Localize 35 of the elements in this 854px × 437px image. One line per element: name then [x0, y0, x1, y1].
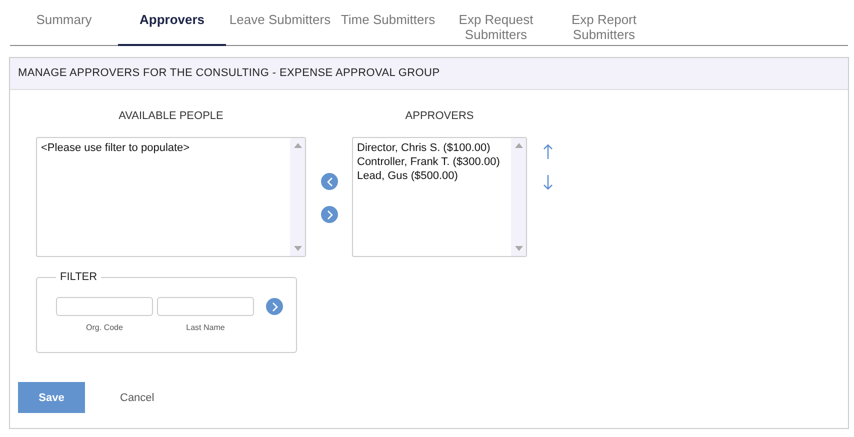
scroll-down-icon[interactable]: [294, 246, 302, 251]
list-label: APPROVERS: [405, 110, 474, 124]
tab[interactable]: Approvers: [118, 0, 226, 46]
chevron-right-icon: [326, 210, 334, 220]
list-item[interactable]: <Please use filter to populate>: [41, 141, 190, 155]
scrollbar[interactable]: [511, 138, 526, 256]
cancel-button[interactable]: Cancel: [110, 382, 164, 413]
field-label: Org. Code: [86, 323, 123, 332]
approvers-list[interactable]: Director, Chris S. ($100.00) Controller, Frank T. ($300.00) Lead, Gus ($500.00): [352, 137, 527, 257]
tab[interactable]: Exp Report Submitters: [550, 0, 658, 46]
tab[interactable]: Leave Submitters: [226, 0, 334, 46]
panel-title: MANAGE APPROVERS FOR THE CONSULTING - EXPENSE APPROVAL GROUP: [10, 58, 848, 90]
filter-go-button[interactable]: [266, 298, 283, 315]
field-label: Last Name: [186, 323, 225, 332]
tab[interactable]: Time Submitters: [334, 0, 442, 46]
list-label: AVAILABLE PEOPLE: [118, 110, 224, 124]
input-field[interactable]: [56, 297, 153, 316]
tab[interactable]: Exp Request Submitters: [442, 0, 550, 46]
scroll-up-icon[interactable]: [294, 143, 302, 148]
list-item[interactable]: Lead, Gus ($500.00): [357, 169, 458, 183]
move-down-icon[interactable]: [543, 174, 553, 190]
move-up-icon[interactable]: [543, 144, 553, 160]
chevron-right-icon: [270, 302, 278, 312]
scrollbar[interactable]: [290, 138, 305, 256]
input-field[interactable]: [157, 297, 254, 316]
move-left-button[interactable]: [321, 173, 338, 190]
list-item[interactable]: Director, Chris S. ($100.00): [357, 141, 490, 155]
available-people-list[interactable]: <Please use filter to populate>: [36, 137, 306, 257]
tab[interactable]: Summary: [10, 0, 118, 46]
move-right-button[interactable]: [321, 206, 338, 223]
scroll-up-icon[interactable]: [514, 143, 522, 148]
filter-legend: FILTER: [56, 271, 102, 283]
list-item[interactable]: Controller, Frank T. ($300.00): [357, 155, 500, 169]
chevron-left-icon: [326, 176, 334, 186]
scroll-down-icon[interactable]: [514, 246, 522, 251]
